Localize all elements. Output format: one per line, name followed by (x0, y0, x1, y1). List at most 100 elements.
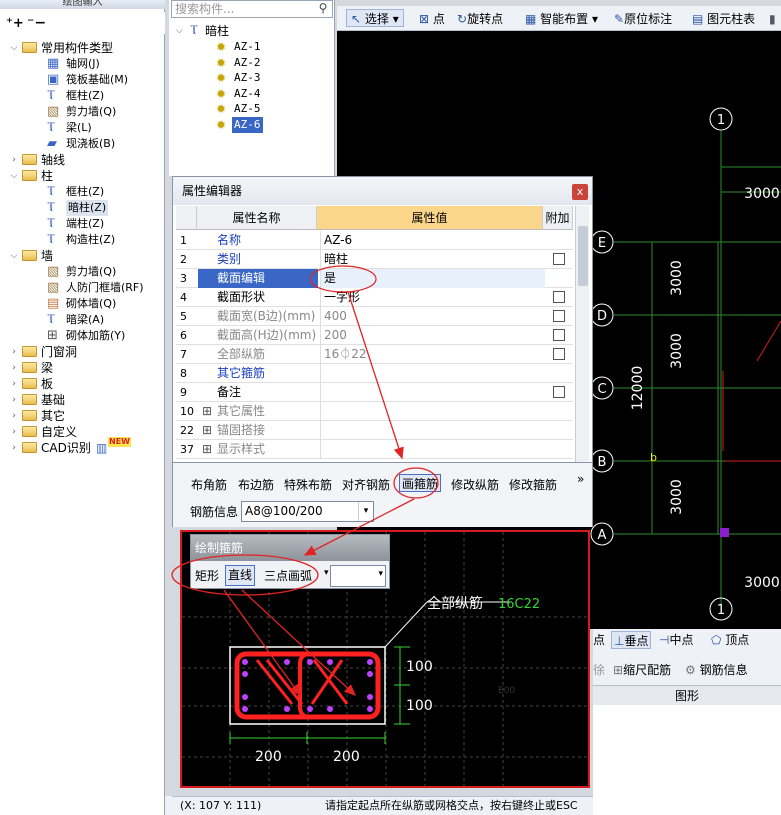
chevron-down-icon[interactable]: ▾ (378, 569, 383, 579)
scroll-thumb[interactable] (578, 226, 588, 286)
expand-icon[interactable]: › (9, 347, 19, 357)
tree-item[interactable]: ▣ 筏板基础(M) (0, 72, 165, 88)
property-row[interactable]: 7 全部纵筋 16⏀22 (176, 345, 573, 364)
tree-item[interactable]: ▦ 轴网(J) (0, 56, 165, 72)
delete-button[interactable]: 徐 (593, 661, 605, 679)
property-row[interactable]: 3 截面编辑是 (176, 269, 573, 288)
element-table-button[interactable]: ▤ 图元柱表 (692, 10, 755, 28)
property-value[interactable]: 400 (321, 307, 545, 326)
scrollbar[interactable] (575, 206, 589, 462)
rebar-info-select[interactable]: A8@100/200 ▾ (241, 501, 374, 522)
tree-item[interactable]: Ⲧ 框柱(Z) (0, 184, 165, 200)
longitudinal-bar[interactable] (327, 706, 333, 712)
select-button[interactable]: ↖ 选择 ▾ (346, 9, 404, 27)
longitudinal-bar[interactable] (242, 706, 248, 712)
scale-rebar-button[interactable]: ⊞缩尺配筋 (613, 661, 671, 679)
longitudinal-bar[interactable] (367, 671, 373, 677)
snap-midpoint-button[interactable]: ⊣中点 (659, 631, 693, 649)
rebar-info-button[interactable]: ⚙ 钢筋信息 (685, 661, 748, 679)
tree-item[interactable]: › 门窗洞 (0, 344, 165, 360)
rebar-tool-button[interactable]: 修改箍筋 (509, 476, 557, 494)
property-value[interactable] (321, 440, 545, 459)
tree-item[interactable]: ⌵ 墙 (0, 248, 165, 264)
extra-checkbox[interactable] (553, 291, 565, 303)
rebar-tool-button[interactable]: 布角筋 (191, 476, 227, 494)
rebar-tool-button[interactable]: 对齐钢筋 (342, 476, 390, 494)
snap-perpendicular-button[interactable]: ⊥垂点 (611, 631, 652, 649)
tree-item[interactable]: › 其它 (0, 408, 165, 424)
toolbar-more-icon[interactable]: » (577, 470, 584, 488)
tree-item[interactable]: ▧ 人防门框墙(RF) (0, 280, 165, 296)
tree-item[interactable]: ▧ 剪力墙(Q) (0, 104, 165, 120)
property-row[interactable]: 9 备注 (176, 383, 573, 402)
smart-layout-button[interactable]: ▦ 智能布置 ▾ (525, 10, 598, 28)
rebar-tool-button[interactable]: 特殊布筋 (284, 476, 332, 494)
property-row[interactable]: 4 截面形状 一字形 (176, 288, 573, 307)
tree-item[interactable]: ▤ 砌体墙(Q) (0, 296, 165, 312)
tree-item[interactable]: ▧ 剪力墙(Q) (0, 264, 165, 280)
tree-item[interactable]: Ⲧ 暗梁(A) (0, 312, 165, 328)
collapse-all-icon[interactable]: ⁻− (27, 15, 46, 31)
search-input[interactable]: 搜索构件... (171, 0, 333, 18)
snap-point-button[interactable]: 点 (593, 631, 605, 649)
chevron-down-icon[interactable]: ▾ (324, 568, 329, 578)
rebar-tool-button[interactable]: 布边筋 (238, 476, 274, 494)
arc-mode-select[interactable]: ▾ (330, 565, 386, 587)
tree-item[interactable]: › CAD识别 NEW ▥ (0, 437, 165, 456)
expand-all-icon[interactable]: ⁺+ (6, 16, 24, 31)
tree-item[interactable]: ⊞ 砌体加筋(Y) (0, 328, 165, 344)
tree-item[interactable]: ▰ 现浇板(B) (0, 136, 165, 152)
property-row[interactable]: 37 显示样式 ⊞ (176, 440, 573, 459)
expand-icon[interactable]: › (9, 363, 19, 373)
longitudinal-bar[interactable] (367, 694, 373, 700)
property-row[interactable]: 22 锚固搭接 ⊞ (176, 421, 573, 440)
tree-item[interactable]: › 板 (0, 376, 165, 392)
property-value[interactable]: 200 (321, 326, 545, 345)
line-button[interactable]: 直线 (225, 565, 256, 586)
collapse-icon[interactable]: ⌵ (9, 171, 19, 181)
expand-icon[interactable]: › (9, 427, 19, 437)
rebar-tool-button[interactable]: 修改纵筋 (451, 476, 499, 494)
expand-icon[interactable]: ⊞ (202, 402, 212, 421)
expand-icon[interactable]: ⊞ (202, 440, 212, 459)
property-value[interactable] (321, 402, 545, 421)
longitudinal-bar[interactable] (367, 706, 373, 712)
property-row[interactable]: 6 截面高(H边)(mm) 200 (176, 326, 573, 345)
rebar-tool-button[interactable]: 画箍筋 (399, 474, 442, 492)
property-value[interactable]: 是 (321, 269, 545, 288)
rectangle-button[interactable]: 矩形 (195, 567, 219, 585)
collapse-icon[interactable]: ⌵ (9, 251, 19, 261)
extra-checkbox[interactable] (553, 253, 565, 265)
property-row[interactable]: 8 其它箍筋 (176, 364, 573, 383)
longitudinal-bar[interactable] (242, 659, 248, 665)
longitudinal-bar[interactable] (307, 659, 313, 665)
expand-icon[interactable]: › (9, 411, 19, 421)
extra-checkbox[interactable] (553, 348, 565, 360)
rotate-point-button[interactable]: ↻旋转点 (457, 10, 503, 28)
property-value[interactable]: AZ-6 (321, 231, 545, 250)
three-point-arc-button[interactable]: 三点画弧 (264, 567, 312, 585)
tree-item[interactable]: › 梁 (0, 360, 165, 376)
tree-item[interactable]: › 自定义 (0, 424, 165, 440)
origin-mark-button[interactable]: ✎原位标注 (614, 10, 672, 28)
tree-item[interactable]: ⌵ 柱 (0, 168, 165, 184)
tree-item[interactable]: Ⲧ 构造柱(Z) (0, 232, 165, 248)
expand-icon[interactable]: › (9, 395, 19, 405)
property-row[interactable]: 2 类别 暗柱 (176, 250, 573, 269)
property-row[interactable]: 1 名称 AZ-6 (176, 231, 573, 250)
longitudinal-bar[interactable] (284, 659, 290, 665)
snap-vertex-button[interactable]: ⬠ 顶点 (711, 631, 749, 649)
longitudinal-bar[interactable] (242, 671, 248, 677)
search-icon[interactable]: ⚲ (313, 1, 333, 17)
property-value[interactable]: 一字形 (321, 288, 545, 307)
expand-icon[interactable]: › (9, 155, 19, 165)
longitudinal-bar[interactable] (242, 694, 248, 700)
column-marker[interactable] (720, 528, 729, 537)
tree-item[interactable]: Ⲧ 框柱(Z) (0, 88, 165, 104)
collapse-icon[interactable]: ⌵ (176, 23, 183, 39)
expand-icon[interactable]: ⊞ (202, 421, 212, 440)
tree-item[interactable]: ⌵ 常用构件类型 (0, 40, 165, 56)
tree-item[interactable]: › 轴线 (0, 152, 165, 168)
section-drawing-canvas[interactable]: 100 100 200 200 全部纵筋 16C22 E00 绘制箍筋 矩形 直… (180, 530, 590, 788)
chevron-down-icon[interactable]: ▾ (358, 502, 373, 521)
